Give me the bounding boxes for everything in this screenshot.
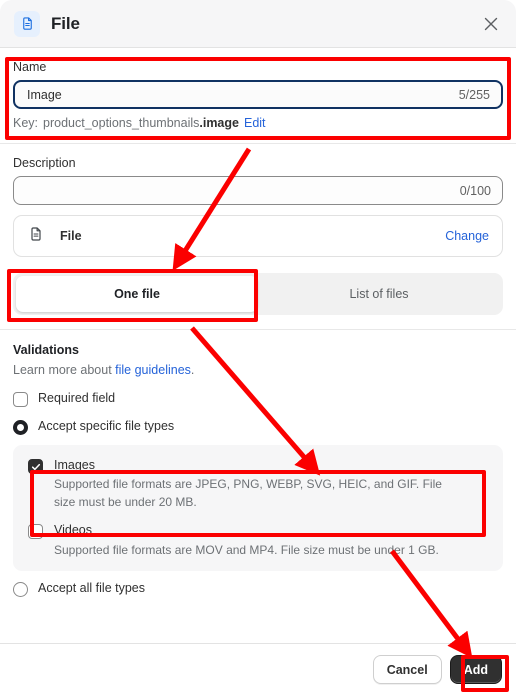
learn-more-suffix: . <box>190 363 195 377</box>
file-guidelines-link[interactable]: file guidelines <box>115 363 191 377</box>
validations-section: Validations Learn more about file guidel… <box>0 330 516 612</box>
key-label: Key: <box>13 116 39 130</box>
key-suffix: .image <box>199 116 239 130</box>
accept-specific-radio[interactable] <box>13 420 28 435</box>
description-section: Description 0/100 <box>0 144 516 215</box>
dialog-footer: Cancel Add <box>0 643 516 695</box>
name-input[interactable]: Image 5/255 <box>13 80 503 109</box>
file-document-icon <box>28 226 44 247</box>
required-field-label: Required field <box>38 391 116 405</box>
dialog-header: File <box>0 0 516 48</box>
file-settings-dialog: File Name Image 5/255 Key: product_optio… <box>0 0 516 695</box>
tab-one-file[interactable]: One file <box>16 276 258 312</box>
videos-label: Videos <box>54 523 92 538</box>
page-title: File <box>51 13 80 33</box>
file-types-box: Images Supported file formats are JPEG, … <box>13 445 503 571</box>
close-icon[interactable] <box>478 11 504 37</box>
edit-key-link[interactable]: Edit <box>244 116 266 130</box>
images-checkbox[interactable] <box>28 459 43 474</box>
dialog-body: Name Image 5/255 Key: product_options_th… <box>0 48 516 643</box>
description-label: Description <box>13 156 76 170</box>
file-type-images[interactable]: Images Supported file formats are JPEG, … <box>28 458 488 511</box>
file-card-name: File <box>60 229 82 243</box>
images-label: Images <box>54 458 95 472</box>
name-char-counter: 5/255 <box>458 87 490 102</box>
description-char-counter: 0/100 <box>459 183 491 198</box>
name-label: Name <box>13 60 47 74</box>
cancel-button[interactable]: Cancel <box>372 655 442 684</box>
videos-checkbox[interactable] <box>28 524 43 540</box>
validations-learn-more: Learn more about file guidelines. <box>13 363 503 377</box>
validations-title: Validations <box>13 343 79 357</box>
accept-specific-row[interactable]: Accept specific file types <box>13 419 503 435</box>
key-prefix: product_options_thumbnails <box>43 116 200 130</box>
file-card: File Change <box>13 215 503 257</box>
file-card-wrapper: File Change <box>0 215 516 267</box>
required-field-checkbox[interactable] <box>13 392 28 407</box>
name-section: Name Image 5/255 Key: product_options_th… <box>0 48 516 144</box>
file-type-videos[interactable]: Videos Supported file formats are MOV an… <box>28 523 488 559</box>
required-field-row[interactable]: Required field <box>13 391 503 407</box>
tab-list-of-files[interactable]: List of files <box>258 276 500 312</box>
learn-more-prefix: Learn more about <box>13 363 116 377</box>
file-mode-tabs: One file List of files <box>0 267 516 330</box>
videos-description: Supported file formats are MOV and MP4. … <box>54 542 439 557</box>
accept-all-row[interactable]: Accept all file types <box>13 581 503 597</box>
change-file-link[interactable]: Change <box>445 229 489 243</box>
images-description: Supported file formats are JPEG, PNG, WE… <box>54 477 442 509</box>
description-input[interactable]: 0/100 <box>13 176 503 205</box>
name-input-value: Image <box>27 87 62 102</box>
file-document-icon <box>14 10 40 37</box>
key-path: product_options_thumbnails.image <box>43 116 239 130</box>
accept-specific-label: Accept specific file types <box>38 419 175 433</box>
accept-all-label: Accept all file types <box>38 580 145 595</box>
add-button[interactable]: Add <box>449 655 502 684</box>
accept-all-radio[interactable] <box>13 581 28 597</box>
key-line: Key: product_options_thumbnails.image Ed… <box>13 116 503 130</box>
